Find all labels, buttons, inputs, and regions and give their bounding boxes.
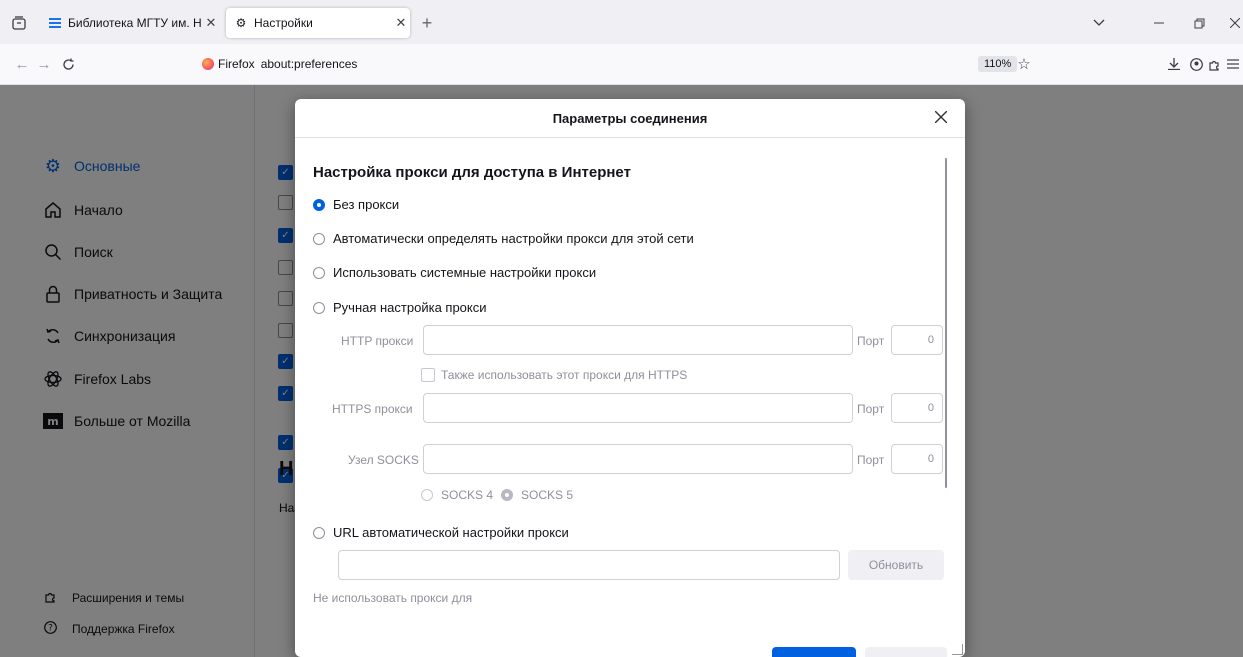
http-port-input[interactable]: 0 [891,325,943,355]
bookmark-star-icon[interactable]: ☆ [1014,54,1034,74]
socks-host-input[interactable] [423,444,853,474]
dialog-header: Параметры соединения [295,99,965,138]
http-proxy-input[interactable] [423,325,853,355]
tab-label: Настройки [254,16,313,30]
tab-settings[interactable]: ⚙ Настройки ✕ [226,8,410,38]
chevron-down-icon[interactable] [1090,14,1108,32]
library-favicon-icon [48,16,62,30]
port-label: Порт [857,402,885,416]
back-icon[interactable]: ← [12,54,32,74]
radio-label: Ручная настройка прокси [333,300,487,315]
port-label: Порт [857,334,885,348]
dialog-title: Параметры соединения [552,110,708,126]
extensions-icon[interactable] [1204,54,1224,74]
pac-url-input[interactable] [338,550,840,580]
radio-label: URL автоматической настройки прокси [333,525,569,540]
also-https-label: Также использовать этот прокси для HTTPS [441,368,688,382]
https-proxy-label: HTTPS прокси [332,402,413,416]
radio-button[interactable] [421,489,433,501]
navigation-toolbar: ← → Firefox about:preferences 110% ☆ [0,44,1243,85]
reload-button[interactable]: Обновить [848,550,944,580]
scrollbar[interactable] [945,158,947,488]
gear-icon: ⚙ [235,16,247,30]
downloads-icon[interactable] [1164,54,1184,74]
radio-system-proxy[interactable]: Использовать системные настройки прокси [313,265,596,280]
dialog-body: Настройка прокси для доступа в Интернет … [295,138,965,657]
reload-icon[interactable] [58,54,78,74]
radio-button[interactable] [313,232,325,245]
socks-port-input[interactable]: 0 [891,444,943,474]
also-https-checkbox[interactable] [421,368,435,382]
ok-button[interactable]: ОК [772,647,856,657]
radio-label: SOCKS 5 [521,488,574,502]
radio-button[interactable] [313,301,325,314]
connection-settings-dialog: Параметры соединения Настройка прокси дл… [295,99,965,657]
close-tab-icon[interactable]: ✕ [202,15,220,31]
port-label: Порт [857,453,885,467]
restore-icon[interactable] [1190,14,1208,32]
forward-icon[interactable]: → [34,54,54,74]
radio-button[interactable] [313,526,325,539]
radio-manual-proxy[interactable]: Ручная настройка прокси [313,300,487,315]
minimize-icon[interactable] [1150,14,1168,32]
url-text[interactable]: about:preferences [261,57,358,71]
https-port-input[interactable]: 0 [891,393,943,423]
new-tab-button[interactable]: + [416,12,438,34]
menu-icon[interactable] [1224,54,1242,74]
account-icon[interactable] [1186,54,1206,74]
close-icon[interactable] [931,107,951,127]
tab-label: Библиотека МГТУ им. Н.Э. Бау [68,16,202,30]
tab-strip: Библиотека МГТУ им. Н.Э. Бау ✕ ⚙ Настрой… [0,0,1243,44]
radio-no-proxy[interactable]: Без прокси [313,197,399,212]
radio-label: Автоматически определять настройки прокс… [333,231,694,246]
radio-pac-url[interactable]: URL автоматической настройки прокси [313,525,569,540]
http-proxy-label: HTTP прокси [341,334,414,348]
radio-label: Использовать системные настройки прокси [333,265,597,280]
radio-button[interactable] [313,198,325,211]
no-proxy-for-label: Не использовать прокси для [313,591,473,605]
https-proxy-input[interactable] [423,393,853,423]
address-bar[interactable]: Firefox about:preferences [190,50,1030,78]
identity-label: Firefox [218,57,255,71]
section-title: Настройка прокси для доступа в Интернет [313,164,631,181]
radio-label: Без прокси [333,197,400,212]
radio-auto-detect[interactable]: Автоматически определять настройки прокс… [313,231,694,246]
radio-socks5[interactable]: SOCKS 5 [501,488,573,502]
radio-socks4[interactable]: SOCKS 4 [421,488,493,502]
cancel-button[interactable]: Отмена [865,647,947,657]
tab-list-icon[interactable] [10,14,28,32]
resize-grip-icon[interactable] [952,644,963,655]
radio-button[interactable] [501,489,513,501]
close-window-icon[interactable] [1226,14,1243,32]
tab-library[interactable]: Библиотека МГТУ им. Н.Э. Бау ✕ [40,8,220,38]
radio-label: SOCKS 4 [441,488,494,502]
zoom-indicator[interactable]: 110% [978,56,1018,72]
firefox-logo-icon [202,58,214,70]
socks-host-label: Узел SOCKS [348,453,419,467]
radio-button[interactable] [313,266,325,279]
close-tab-icon[interactable]: ✕ [392,15,410,31]
